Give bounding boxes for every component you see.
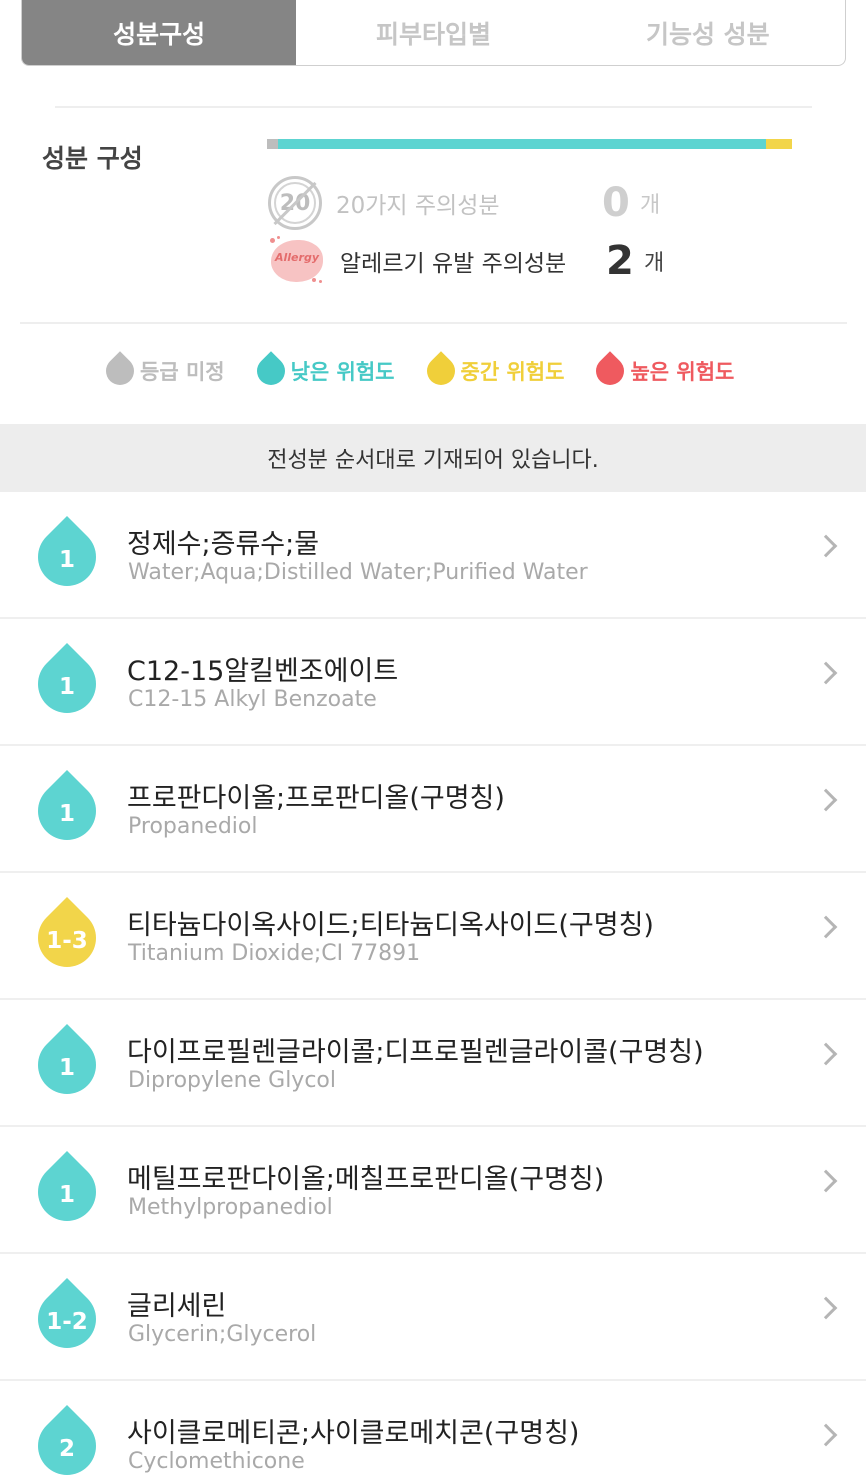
legend-item-unrated: 등급 미정 xyxy=(100,351,225,391)
ingredient-name-en: Cyclomethicone xyxy=(128,1449,305,1474)
composition-title: 성분 구성 xyxy=(42,144,143,173)
grade-drop-icon: 2 xyxy=(25,1404,109,1484)
ingredient-name-kr: 정제수;증류수;물 xyxy=(127,529,320,560)
chevron-right-icon xyxy=(814,534,838,558)
composition-bar xyxy=(267,139,792,149)
grade-label: 1-3 xyxy=(46,928,88,954)
ingredient-name-en: Water;Aqua;Distilled Water;Purified Wate… xyxy=(128,560,588,585)
legend-item-low: 낮은 위험도 xyxy=(250,351,395,391)
list-item[interactable]: 1-2 글리세린 Glycerin;Glycerol xyxy=(0,1254,866,1381)
ingredient-name-en: Glycerin;Glycerol xyxy=(128,1322,317,1347)
grade-label: 1-2 xyxy=(46,1309,88,1335)
warning-unit: 개 xyxy=(644,251,665,276)
grade-drop-icon: 1 xyxy=(25,515,109,599)
warning-count: 0 xyxy=(602,180,630,226)
warning-row-20: 20 20가지 주의성분 0 개 xyxy=(268,176,660,230)
grade-label: 1 xyxy=(58,1182,75,1208)
list-item[interactable]: 2 사이클로메티콘;사이클로메치콘(구명칭) Cyclomethicone xyxy=(0,1381,866,1484)
allergy-badge-icon: Allergy xyxy=(268,236,326,286)
list-item[interactable]: 1 프로판다이올;프로판디올(구명칭) Propanediol xyxy=(0,746,866,873)
legend-item-mid: 중간 위험도 xyxy=(420,351,564,391)
divider xyxy=(20,322,847,324)
legend-item-high: 높은 위험도 xyxy=(590,351,734,391)
ingredient-name-kr: 프로판다이올;프로판디올(구명칭) xyxy=(127,783,505,814)
risk-legend: 등급 미정 낮은 위험도 중간 위험도 높은 위험도 xyxy=(100,351,766,391)
ingredient-name-en: C12-15 Alkyl Benzoate xyxy=(128,687,377,712)
ingredient-name-kr: 사이클로메티콘;사이클로메치콘(구명칭) xyxy=(127,1418,580,1449)
chevron-right-icon xyxy=(814,1423,838,1447)
order-notice: 전성분 순서대로 기재되어 있습니다. xyxy=(0,424,866,492)
drop-icon xyxy=(100,351,140,391)
list-item[interactable]: 1 다이프로필렌글라이콜;디프로필렌글라이콜(구명칭) Dipropylene Gl… xyxy=(0,1000,866,1127)
ingredient-name-kr: C12-15알킬벤조에이트 xyxy=(127,656,399,687)
grade-label: 2 xyxy=(58,1436,75,1462)
bar-segment-low xyxy=(277,139,766,149)
grade-label: 1 xyxy=(58,674,75,700)
drop-icon xyxy=(420,351,461,391)
list-item[interactable]: 1 메틸프로판다이올;메칠프로판디올(구명칭) Methylpropanediol xyxy=(0,1127,866,1254)
grade-drop-icon: 1 xyxy=(25,1150,109,1234)
grade-label: 1 xyxy=(58,547,75,573)
ingredient-name-en: Methylpropanediol xyxy=(128,1195,333,1220)
drop-icon xyxy=(590,351,631,391)
grade-drop-icon: 1 xyxy=(25,642,109,726)
grade-drop-icon: 1 xyxy=(25,1023,109,1107)
warning-label: 알레르기 유발 주의성분 xyxy=(340,251,567,277)
grade-drop-icon: 1-2 xyxy=(25,1277,109,1361)
chevron-right-icon xyxy=(814,1296,838,1320)
tab-functional[interactable]: 기능성 성분 xyxy=(571,0,845,65)
bar-segment-unrated xyxy=(267,139,278,149)
grade-label: 1 xyxy=(58,1055,75,1081)
chevron-right-icon xyxy=(814,661,838,685)
list-item[interactable]: 1 정제수;증류수;물 Water;Aqua;Distilled Water;Pur… xyxy=(0,492,866,619)
ingredient-name-kr: 다이프로필렌글라이콜;디프로필렌글라이콜(구명칭) xyxy=(127,1037,704,1068)
ingredient-name-en: Titanium Dioxide;CI 77891 xyxy=(128,941,421,966)
chevron-right-icon xyxy=(814,1042,838,1066)
warning-label: 20가지 주의성분 xyxy=(336,193,500,219)
chevron-right-icon xyxy=(814,788,838,812)
grade-drop-icon: 1-3 xyxy=(25,896,109,980)
chevron-right-icon xyxy=(814,1169,838,1193)
grade-drop-icon: 1 xyxy=(25,769,109,853)
warning-row-allergy: Allergy 알레르기 유발 주의성분 2 개 xyxy=(268,236,664,286)
ingredient-name-kr: 메틸프로판다이올;메칠프로판디올(구명칭) xyxy=(127,1164,605,1195)
chevron-right-icon xyxy=(814,915,838,939)
grade-label: 1 xyxy=(58,801,75,827)
warning-unit: 개 xyxy=(640,193,661,218)
list-item[interactable]: 1 C12-15알킬벤조에이트 C12-15 Alkyl Benzoate xyxy=(0,619,866,746)
ingredient-name-en: Propanediol xyxy=(128,814,258,839)
ingredient-name-kr: 티타늄다이옥사이드;티타늄디옥사이드(구명칭) xyxy=(127,910,654,941)
ingredient-name-en: Dipropylene Glycol xyxy=(128,1068,336,1093)
tab-composition[interactable]: 성분구성 xyxy=(22,0,297,65)
list-item[interactable]: 1-3 티타늄다이옥사이드;티타늄디옥사이드(구명칭) Titanium Dioxi… xyxy=(0,873,866,1000)
tab-bar: 성분구성 피부타입별 기능성 성분 xyxy=(21,0,846,66)
bar-segment-mid xyxy=(765,139,792,149)
tab-skin-type[interactable]: 피부타입별 xyxy=(296,0,570,65)
ingredient-name-kr: 글리세린 xyxy=(127,1291,227,1322)
twenty-badge-icon: 20 xyxy=(268,176,322,230)
drop-icon xyxy=(250,351,291,391)
ingredient-list: 1 정제수;증류수;물 Water;Aqua;Distilled Water;Pur… xyxy=(0,492,866,1484)
warning-count: 2 xyxy=(606,238,634,284)
divider xyxy=(55,106,812,108)
